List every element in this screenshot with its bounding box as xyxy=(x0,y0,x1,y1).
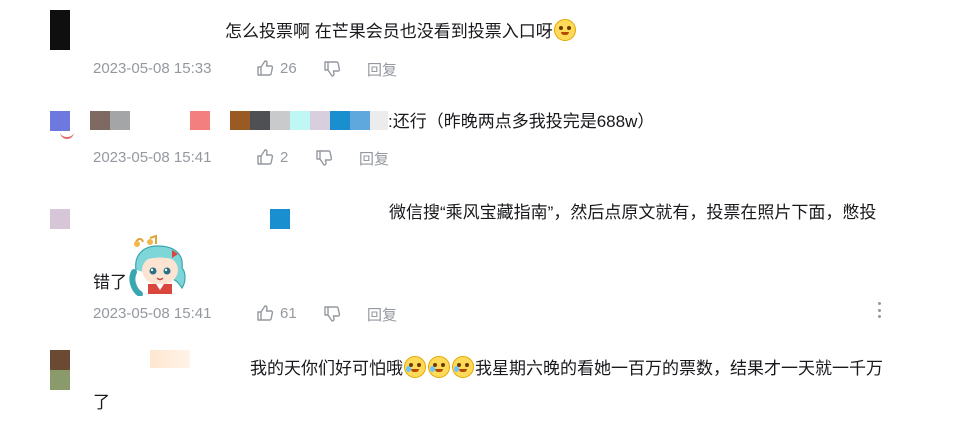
timestamp: 2023-05-08 15:41 xyxy=(93,149,212,166)
crying-laughing-emoji-icon xyxy=(404,356,426,378)
comment-text-part2: 我星期六晚的看她一百万的票数，结果才一天就一千万 xyxy=(475,359,883,378)
comment-text: 我的天你们好可怕哦 我星期六晚的看她一百万的票数，结果才一天就一千万 xyxy=(250,356,883,381)
crying-laughing-emoji-icon xyxy=(452,356,474,378)
avatar[interactable] xyxy=(50,111,70,131)
reply-label: 回复 xyxy=(367,307,398,324)
like-button[interactable]: 2 xyxy=(256,148,288,166)
reply-label: 回复 xyxy=(359,151,390,168)
username-mosaic[interactable] xyxy=(270,209,290,229)
dislike-button[interactable] xyxy=(323,305,341,323)
thumbs-down-icon xyxy=(315,149,333,167)
comment-text-line2: 错了 xyxy=(93,273,127,292)
like-count: 61 xyxy=(280,304,297,322)
comment-text-part1: 我的天你们好可怕哦 xyxy=(250,359,403,378)
avatar-lower xyxy=(50,370,70,390)
like-count: 26 xyxy=(280,59,297,77)
more-options-icon[interactable] xyxy=(874,302,884,318)
thumbs-up-icon xyxy=(256,148,274,166)
avatar[interactable] xyxy=(50,209,70,229)
dislike-button[interactable] xyxy=(323,60,341,78)
anime-girl-sticker-icon xyxy=(128,232,194,297)
like-button[interactable]: 26 xyxy=(256,59,297,77)
like-count: 2 xyxy=(280,148,289,166)
thumbs-up-icon xyxy=(256,59,274,77)
reply-button[interactable]: 回复 xyxy=(367,304,397,325)
thumbs-up-icon xyxy=(256,304,274,322)
like-button[interactable]: 61 xyxy=(256,304,297,322)
thumbs-down-icon xyxy=(323,305,341,323)
comment-text-content: 怎么投票啊 在芒果会员也没看到投票入口呀 xyxy=(225,22,553,41)
thumbs-down-icon xyxy=(323,60,341,78)
reply-label: 回复 xyxy=(367,62,398,79)
username-mosaic[interactable] xyxy=(150,350,190,368)
comment-text-line1: 微信搜“乘风宝藏指南”，然后点原文就有，投票在照片下面，憋投 xyxy=(389,203,877,222)
reply-button[interactable]: 回复 xyxy=(367,59,397,80)
avatar-badge xyxy=(60,131,74,139)
dislike-button[interactable] xyxy=(315,149,333,167)
avatar[interactable] xyxy=(50,350,70,370)
comment-text: 怎么投票啊 在芒果会员也没看到投票入口呀 xyxy=(225,19,577,44)
timestamp: 2023-05-08 15:33 xyxy=(93,60,212,77)
comment-text-line2: 了 xyxy=(93,393,110,412)
dizzy-face-emoji-icon xyxy=(553,19,576,41)
comment-text: :还行（昨晚两点多我投完是688w） xyxy=(388,112,655,131)
reply-button[interactable]: 回复 xyxy=(359,148,389,169)
timestamp: 2023-05-08 15:41 xyxy=(93,305,212,322)
avatar[interactable] xyxy=(50,10,70,50)
crying-laughing-emoji-icon xyxy=(428,356,450,378)
